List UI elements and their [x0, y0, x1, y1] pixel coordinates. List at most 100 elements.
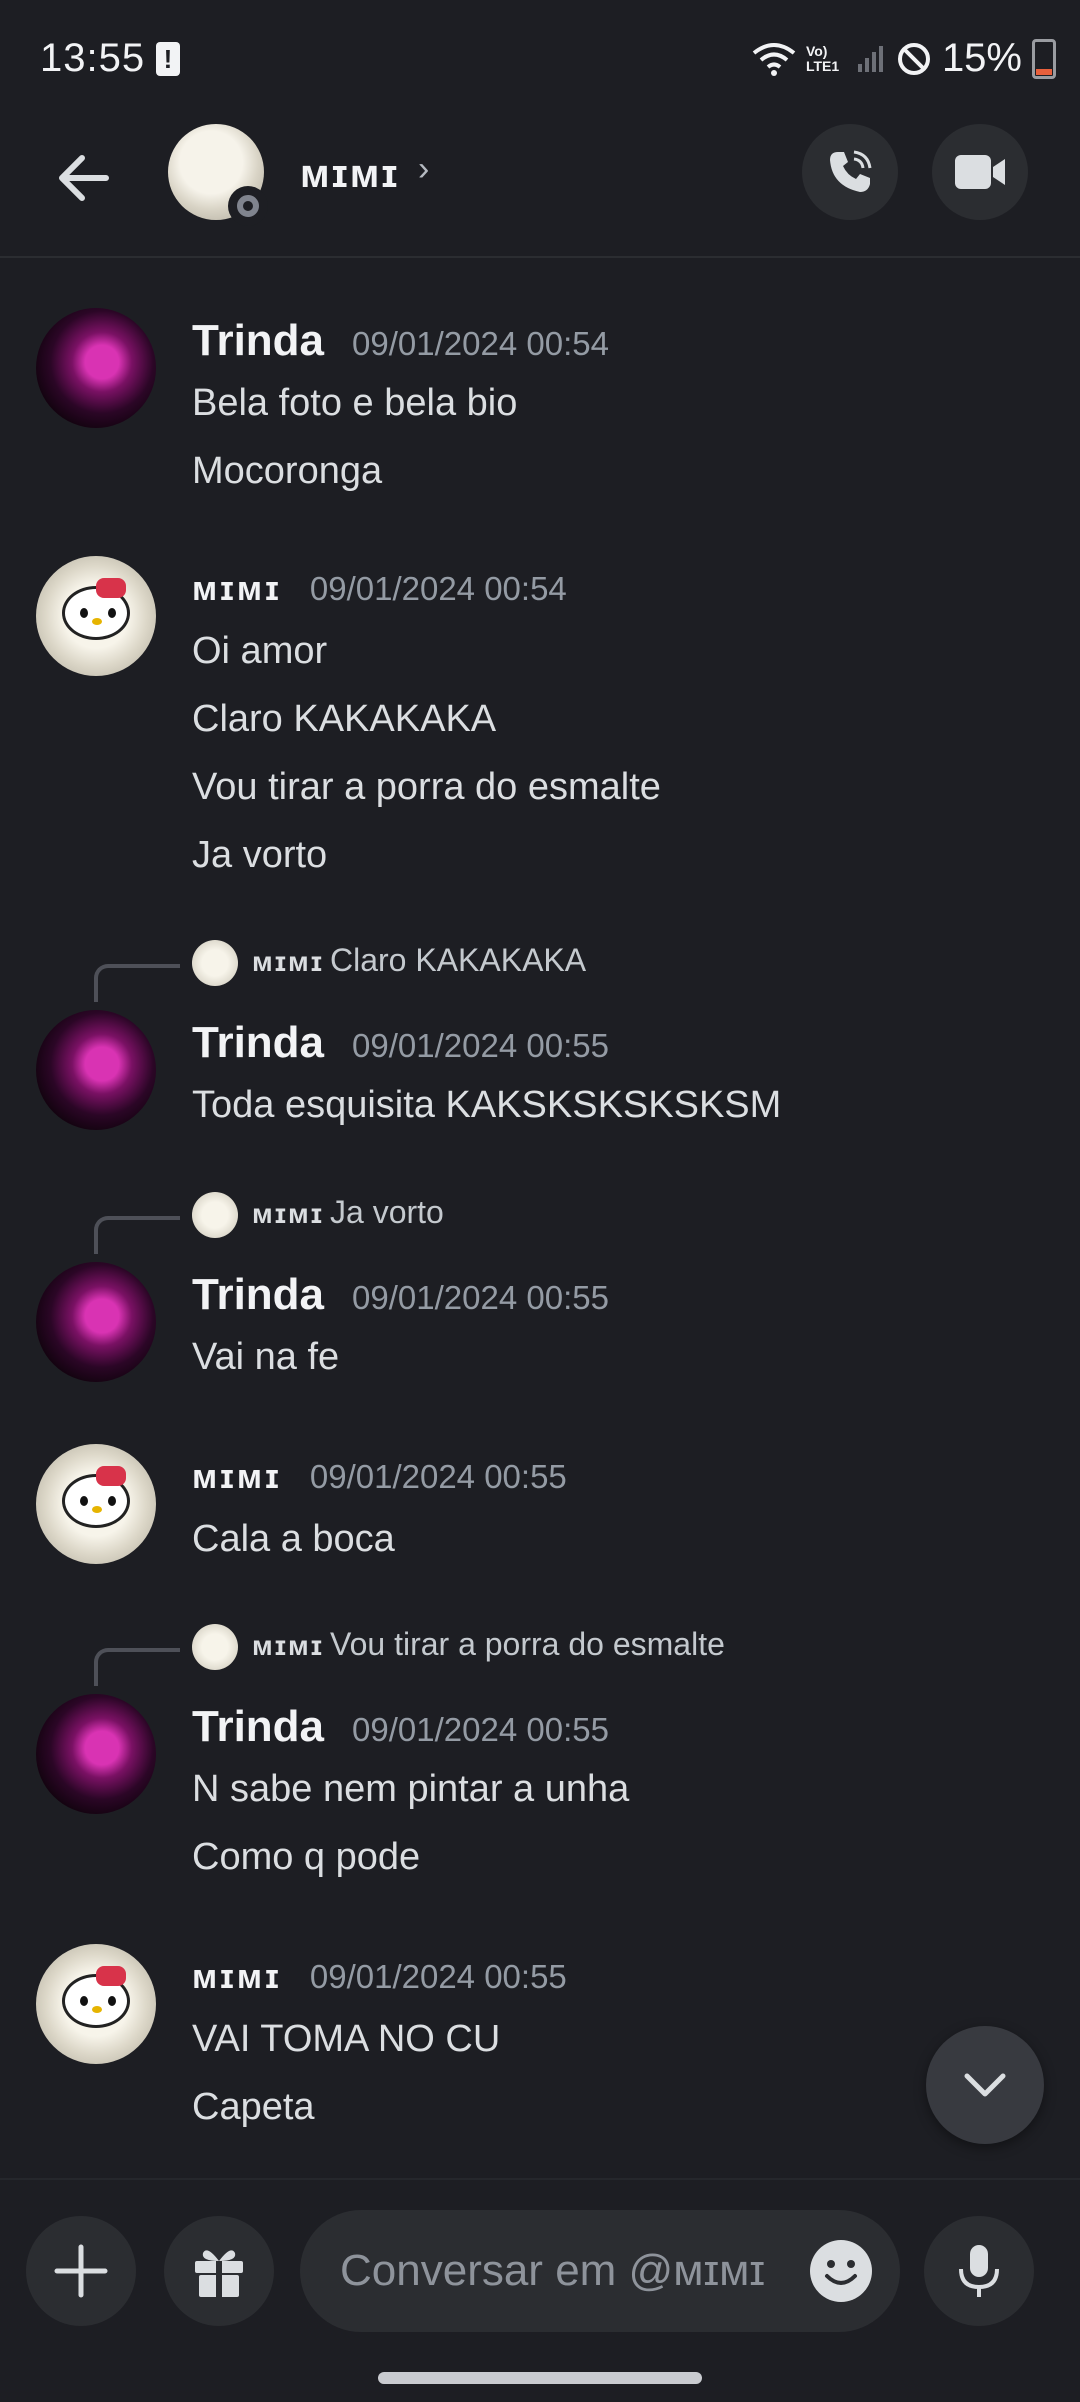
avatar[interactable] — [36, 556, 156, 676]
reply-spine — [94, 1216, 180, 1254]
message-header: Trinda 09/01/2024 00:54 — [192, 316, 609, 366]
message-author[interactable]: ᴍɪᴍɪ — [192, 1958, 282, 1997]
reply-avatar — [192, 1624, 238, 1670]
avatar[interactable] — [36, 308, 156, 428]
message-text: Toda esquisita KAKSKSKSKSKSM — [192, 1084, 782, 1126]
message-timestamp: 09/01/2024 00:54 — [352, 325, 609, 362]
chat-header: ᴍɪᴍɪ › — [0, 120, 1080, 258]
message-text: Oi amor — [192, 630, 328, 672]
kitty-bow — [96, 1466, 126, 1486]
offline-status-icon — [228, 186, 268, 226]
voice-call-button[interactable] — [802, 124, 898, 220]
message-list[interactable]: Trinda 09/01/2024 00:54 Bela foto e bela… — [0, 258, 1080, 2178]
message-text: Capeta — [192, 2086, 315, 2128]
network-label: Vo) LTE1 — [805, 42, 840, 74]
message-text: Como q pode — [192, 1836, 421, 1878]
kitty-eye — [108, 608, 116, 618]
reply-spine — [94, 1648, 180, 1686]
message-text: Bela foto e bela bio — [192, 382, 518, 424]
status-time: 13:55 — [40, 36, 146, 80]
reply-preview[interactable]: ᴍɪᴍɪ Claro KAKAKAKA — [0, 940, 1080, 1002]
reply-spine — [94, 964, 180, 1002]
avatar[interactable] — [36, 1444, 156, 1564]
kitty-eye — [80, 608, 88, 618]
message-composer: Conversar em @ᴍɪᴍɪ — [0, 2178, 1080, 2402]
microphone-icon — [959, 2245, 999, 2297]
reply-text: Ja vorto — [330, 1194, 444, 1230]
reply-author: ᴍɪᴍɪ — [252, 1198, 325, 1229]
message-timestamp: 09/01/2024 00:55 — [309, 1458, 567, 1495]
message-input-placeholder: Conversar em @ᴍɪᴍɪ — [340, 2246, 766, 2295]
message-text: Vai na fe — [192, 1336, 340, 1378]
kitty-bow — [96, 1966, 126, 1986]
reply-author: ᴍɪᴍɪ — [252, 1630, 325, 1661]
contact-avatar[interactable] — [168, 124, 268, 226]
message-text: Vou tirar a porra do esmalte — [192, 766, 661, 808]
plus-icon — [54, 2244, 108, 2298]
battery-icon — [1032, 38, 1056, 79]
message-author[interactable]: Trinda — [192, 1270, 324, 1320]
back-button[interactable] — [48, 142, 120, 214]
message-timestamp: 09/01/2024 00:54 — [309, 570, 567, 607]
message-author[interactable]: Trinda — [192, 1018, 324, 1068]
message-header: Trinda 09/01/2024 00:55 — [192, 1702, 609, 1752]
status-bar: 13:55 Vo) LTE1 15% — [0, 0, 1080, 120]
reply-preview[interactable]: ᴍɪᴍɪ Ja vorto — [0, 1192, 1080, 1254]
message-header: Trinda 09/01/2024 00:55 — [192, 1018, 609, 1068]
do-not-disturb-icon — [897, 42, 930, 75]
message-header: ᴍɪᴍɪ 09/01/2024 00:55 — [192, 1458, 567, 1497]
reply-avatar — [192, 940, 238, 986]
wifi-icon — [752, 42, 796, 76]
message-author[interactable]: ᴍɪᴍɪ — [192, 1458, 282, 1497]
avatar[interactable] — [36, 1262, 156, 1382]
message-timestamp: 09/01/2024 00:55 — [352, 1711, 609, 1748]
message-author[interactable]: ᴍɪᴍɪ — [192, 570, 282, 609]
message-author[interactable]: Trinda — [192, 1702, 324, 1752]
battery-percent: 15% — [941, 36, 1022, 80]
reply-avatar — [192, 1192, 238, 1238]
chevron-right-icon[interactable]: › — [418, 150, 429, 189]
message-input[interactable]: Conversar em @ᴍɪᴍɪ — [300, 2210, 900, 2332]
kitty-bow — [96, 578, 126, 598]
message-text: VAI TOMA NO CU — [192, 2018, 501, 2060]
reply-preview[interactable]: ᴍɪᴍɪ Vou tirar a porra do esmalte — [0, 1624, 1080, 1686]
message-header: ᴍɪᴍɪ 09/01/2024 00:54 — [192, 570, 567, 609]
kitty-eye — [108, 1496, 116, 1506]
message-timestamp: 09/01/2024 00:55 — [352, 1279, 609, 1316]
emoji-button[interactable] — [808, 2238, 874, 2304]
attach-button[interactable] — [26, 2216, 136, 2326]
kitty-eye — [80, 1496, 88, 1506]
contact-name[interactable]: ᴍɪᴍɪ — [300, 152, 400, 197]
kitty-eye — [108, 1996, 116, 2006]
voice-message-button[interactable] — [924, 2216, 1034, 2326]
message-timestamp: 09/01/2024 00:55 — [309, 1958, 567, 1995]
kitty-nose — [92, 618, 102, 625]
reply-author: ᴍɪᴍɪ — [252, 946, 325, 977]
message-header: ᴍɪᴍɪ 09/01/2024 00:55 — [192, 1958, 567, 1997]
status-indicators: Vo) LTE1 15% — [752, 36, 1056, 81]
message-text: Claro KAKAKAKA — [192, 698, 497, 740]
video-call-button[interactable] — [932, 124, 1028, 220]
avatar[interactable] — [36, 1010, 156, 1130]
message-text: Mocoronga — [192, 450, 383, 492]
kitty-nose — [92, 1506, 102, 1513]
reply-text: Claro KAKAKAKA — [330, 942, 587, 978]
message-timestamp: 09/01/2024 00:55 — [352, 1027, 609, 1064]
home-indicator[interactable] — [378, 2372, 702, 2384]
gift-button[interactable] — [164, 2216, 274, 2326]
reply-text: Vou tirar a porra do esmalte — [330, 1626, 725, 1662]
avatar[interactable] — [36, 1944, 156, 2064]
message-text: N sabe nem pintar a unha — [192, 1768, 630, 1810]
message-author[interactable]: Trinda — [192, 316, 324, 366]
chevron-down-icon — [964, 2073, 1006, 2097]
jump-to-bottom-button[interactable] — [926, 2026, 1044, 2144]
video-camera-icon — [955, 155, 1005, 189]
message-text: Cala a boca — [192, 1518, 395, 1560]
message-text: Ja vorto — [192, 834, 328, 876]
avatar[interactable] — [36, 1694, 156, 1814]
gift-icon — [195, 2250, 243, 2297]
arrow-left-icon — [59, 155, 109, 201]
kitty-eye — [80, 1996, 88, 2006]
message-header: Trinda 09/01/2024 00:55 — [192, 1270, 609, 1320]
signal-icon — [857, 45, 883, 72]
